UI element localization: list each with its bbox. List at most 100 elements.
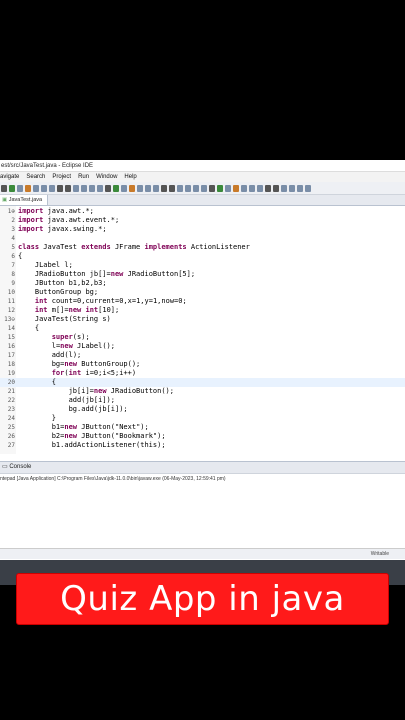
line-number: 9: [11, 280, 15, 287]
forward-icon[interactable]: [273, 184, 279, 192]
line-number: 13⊖: [4, 316, 15, 323]
search-icon[interactable]: [17, 184, 23, 192]
last-edit-icon[interactable]: [89, 184, 95, 192]
code-line: 16 l=new JLabel();: [0, 342, 405, 351]
navigate-icon[interactable]: [97, 184, 103, 192]
code-line: 27 b1.addActionListener(this);: [0, 441, 405, 450]
code-text: import java.awt.*;: [18, 207, 94, 215]
open-type-icon[interactable]: [257, 184, 263, 192]
run-icon[interactable]: [113, 184, 119, 192]
open-type-icon[interactable]: [153, 184, 159, 192]
status-bar: Writable: [0, 548, 405, 559]
open-type-icon[interactable]: [49, 184, 55, 192]
code-text: {: [18, 324, 40, 332]
navigate-icon[interactable]: [305, 184, 311, 192]
tab-label: JavaTest.java: [8, 197, 43, 203]
debug-icon[interactable]: [209, 184, 215, 192]
window-title: est/src/JavaTest.java - Eclipse IDE: [0, 160, 405, 172]
new-package-icon[interactable]: [241, 184, 247, 192]
code-line: 4: [0, 234, 405, 243]
pin-icon[interactable]: [177, 184, 183, 192]
line-number: 16: [7, 343, 15, 350]
pin-icon[interactable]: [73, 184, 79, 192]
code-line: 17 add(l);: [0, 351, 405, 360]
forward-icon[interactable]: [169, 184, 175, 192]
line-number: 12: [7, 307, 15, 314]
annotation-icon[interactable]: [185, 184, 191, 192]
line-number: 26: [7, 433, 15, 440]
line-number: 1⊕: [7, 208, 15, 215]
code-text: JButton b1,b2,b3;: [34, 279, 107, 287]
search-icon[interactable]: [121, 184, 127, 192]
code-text: import java.awt.event.*;: [18, 216, 120, 224]
tab-javatest-java[interactable]: ▣ JavaTest.java: [0, 195, 49, 205]
annotation-icon[interactable]: [81, 184, 87, 192]
debug-icon[interactable]: [105, 184, 111, 192]
search-icon[interactable]: [225, 184, 231, 192]
line-number: 3: [11, 226, 15, 233]
menu-item-avigate[interactable]: avigate: [0, 174, 19, 180]
new-class-icon[interactable]: [249, 184, 255, 192]
line-number: 18: [7, 361, 15, 368]
last-edit-icon[interactable]: [297, 184, 303, 192]
code-editor[interactable]: 1⊕ import java.awt.*; 2 import java.awt.eve…: [0, 206, 405, 454]
last-edit-icon[interactable]: [193, 184, 199, 192]
back-icon[interactable]: [57, 184, 63, 192]
debug-icon[interactable]: [1, 184, 7, 192]
line-number: 7: [11, 262, 15, 269]
menu-item-help[interactable]: Help: [124, 174, 136, 180]
code-text: JRadioButton jb[]=new JRadioButton[5];: [34, 270, 196, 278]
annotation-icon[interactable]: [289, 184, 295, 192]
external-tools-icon[interactable]: [25, 184, 31, 192]
line-number: 14: [7, 325, 15, 332]
code-line: 20 {: [0, 378, 405, 387]
pin-icon[interactable]: [281, 184, 287, 192]
run-icon[interactable]: [9, 184, 15, 192]
console-tab-bar: ▭ Console: [0, 461, 405, 474]
code-line: 8 JRadioButton jb[]=new JRadioButton[5];: [0, 270, 405, 279]
line-number: 24: [7, 415, 15, 422]
code-line: 26 b2=new JButton("Bookmark");: [0, 432, 405, 441]
new-package-icon[interactable]: [33, 184, 39, 192]
code-text: add(l);: [51, 351, 82, 359]
menu-item-window[interactable]: Window: [96, 174, 117, 180]
line-number: 5: [11, 244, 15, 251]
menu-item-search[interactable]: Search: [26, 174, 45, 180]
tab-console[interactable]: ▭ Console: [2, 462, 31, 473]
navigate-icon[interactable]: [201, 184, 207, 192]
line-number: 11: [7, 298, 15, 305]
code-line: 15 super(s);: [0, 333, 405, 342]
code-text: {: [18, 378, 56, 386]
forward-icon[interactable]: [65, 184, 71, 192]
code-line: 13⊖ JavaTest(String s): [0, 315, 405, 324]
code-line: 12 int m[]=new int[10];: [0, 306, 405, 315]
code-line: 2 import java.awt.event.*;: [0, 216, 405, 225]
main-toolbar: [0, 182, 405, 195]
line-number: 8: [11, 271, 15, 278]
menu-item-run[interactable]: Run: [78, 174, 89, 180]
run-icon[interactable]: [217, 184, 223, 192]
code-line: 11 int count=0,current=0,x=1,y=1,now=0;: [0, 297, 405, 306]
code-line: 22 add(jb[i]);: [0, 396, 405, 405]
menu-item-project[interactable]: Project: [52, 174, 71, 180]
code-line: 10 ButtonGroup bg;: [0, 288, 405, 297]
line-number: 17: [7, 352, 15, 359]
code-text: l=new JLabel();: [51, 342, 115, 350]
code-line: 24 }: [0, 414, 405, 423]
console-output[interactable]: [0, 484, 405, 548]
console-launch-info: ntepad [Java Application] C:\Program Fil…: [0, 476, 226, 482]
external-tools-icon[interactable]: [233, 184, 239, 192]
line-number: 22: [7, 397, 15, 404]
code-text: class JavaTest extends JFrame implements…: [18, 243, 250, 251]
new-class-icon[interactable]: [41, 184, 47, 192]
external-tools-icon[interactable]: [129, 184, 135, 192]
code-text: super(s);: [51, 333, 90, 341]
new-package-icon[interactable]: [137, 184, 143, 192]
new-class-icon[interactable]: [145, 184, 151, 192]
line-number: 23: [7, 406, 15, 413]
editor-tab-bar: ▣ JavaTest.java: [0, 195, 405, 206]
code-text: b1.addActionListener(this);: [51, 441, 166, 449]
code-line: 18 bg=new ButtonGroup();: [0, 360, 405, 369]
back-icon[interactable]: [265, 184, 271, 192]
back-icon[interactable]: [161, 184, 167, 192]
